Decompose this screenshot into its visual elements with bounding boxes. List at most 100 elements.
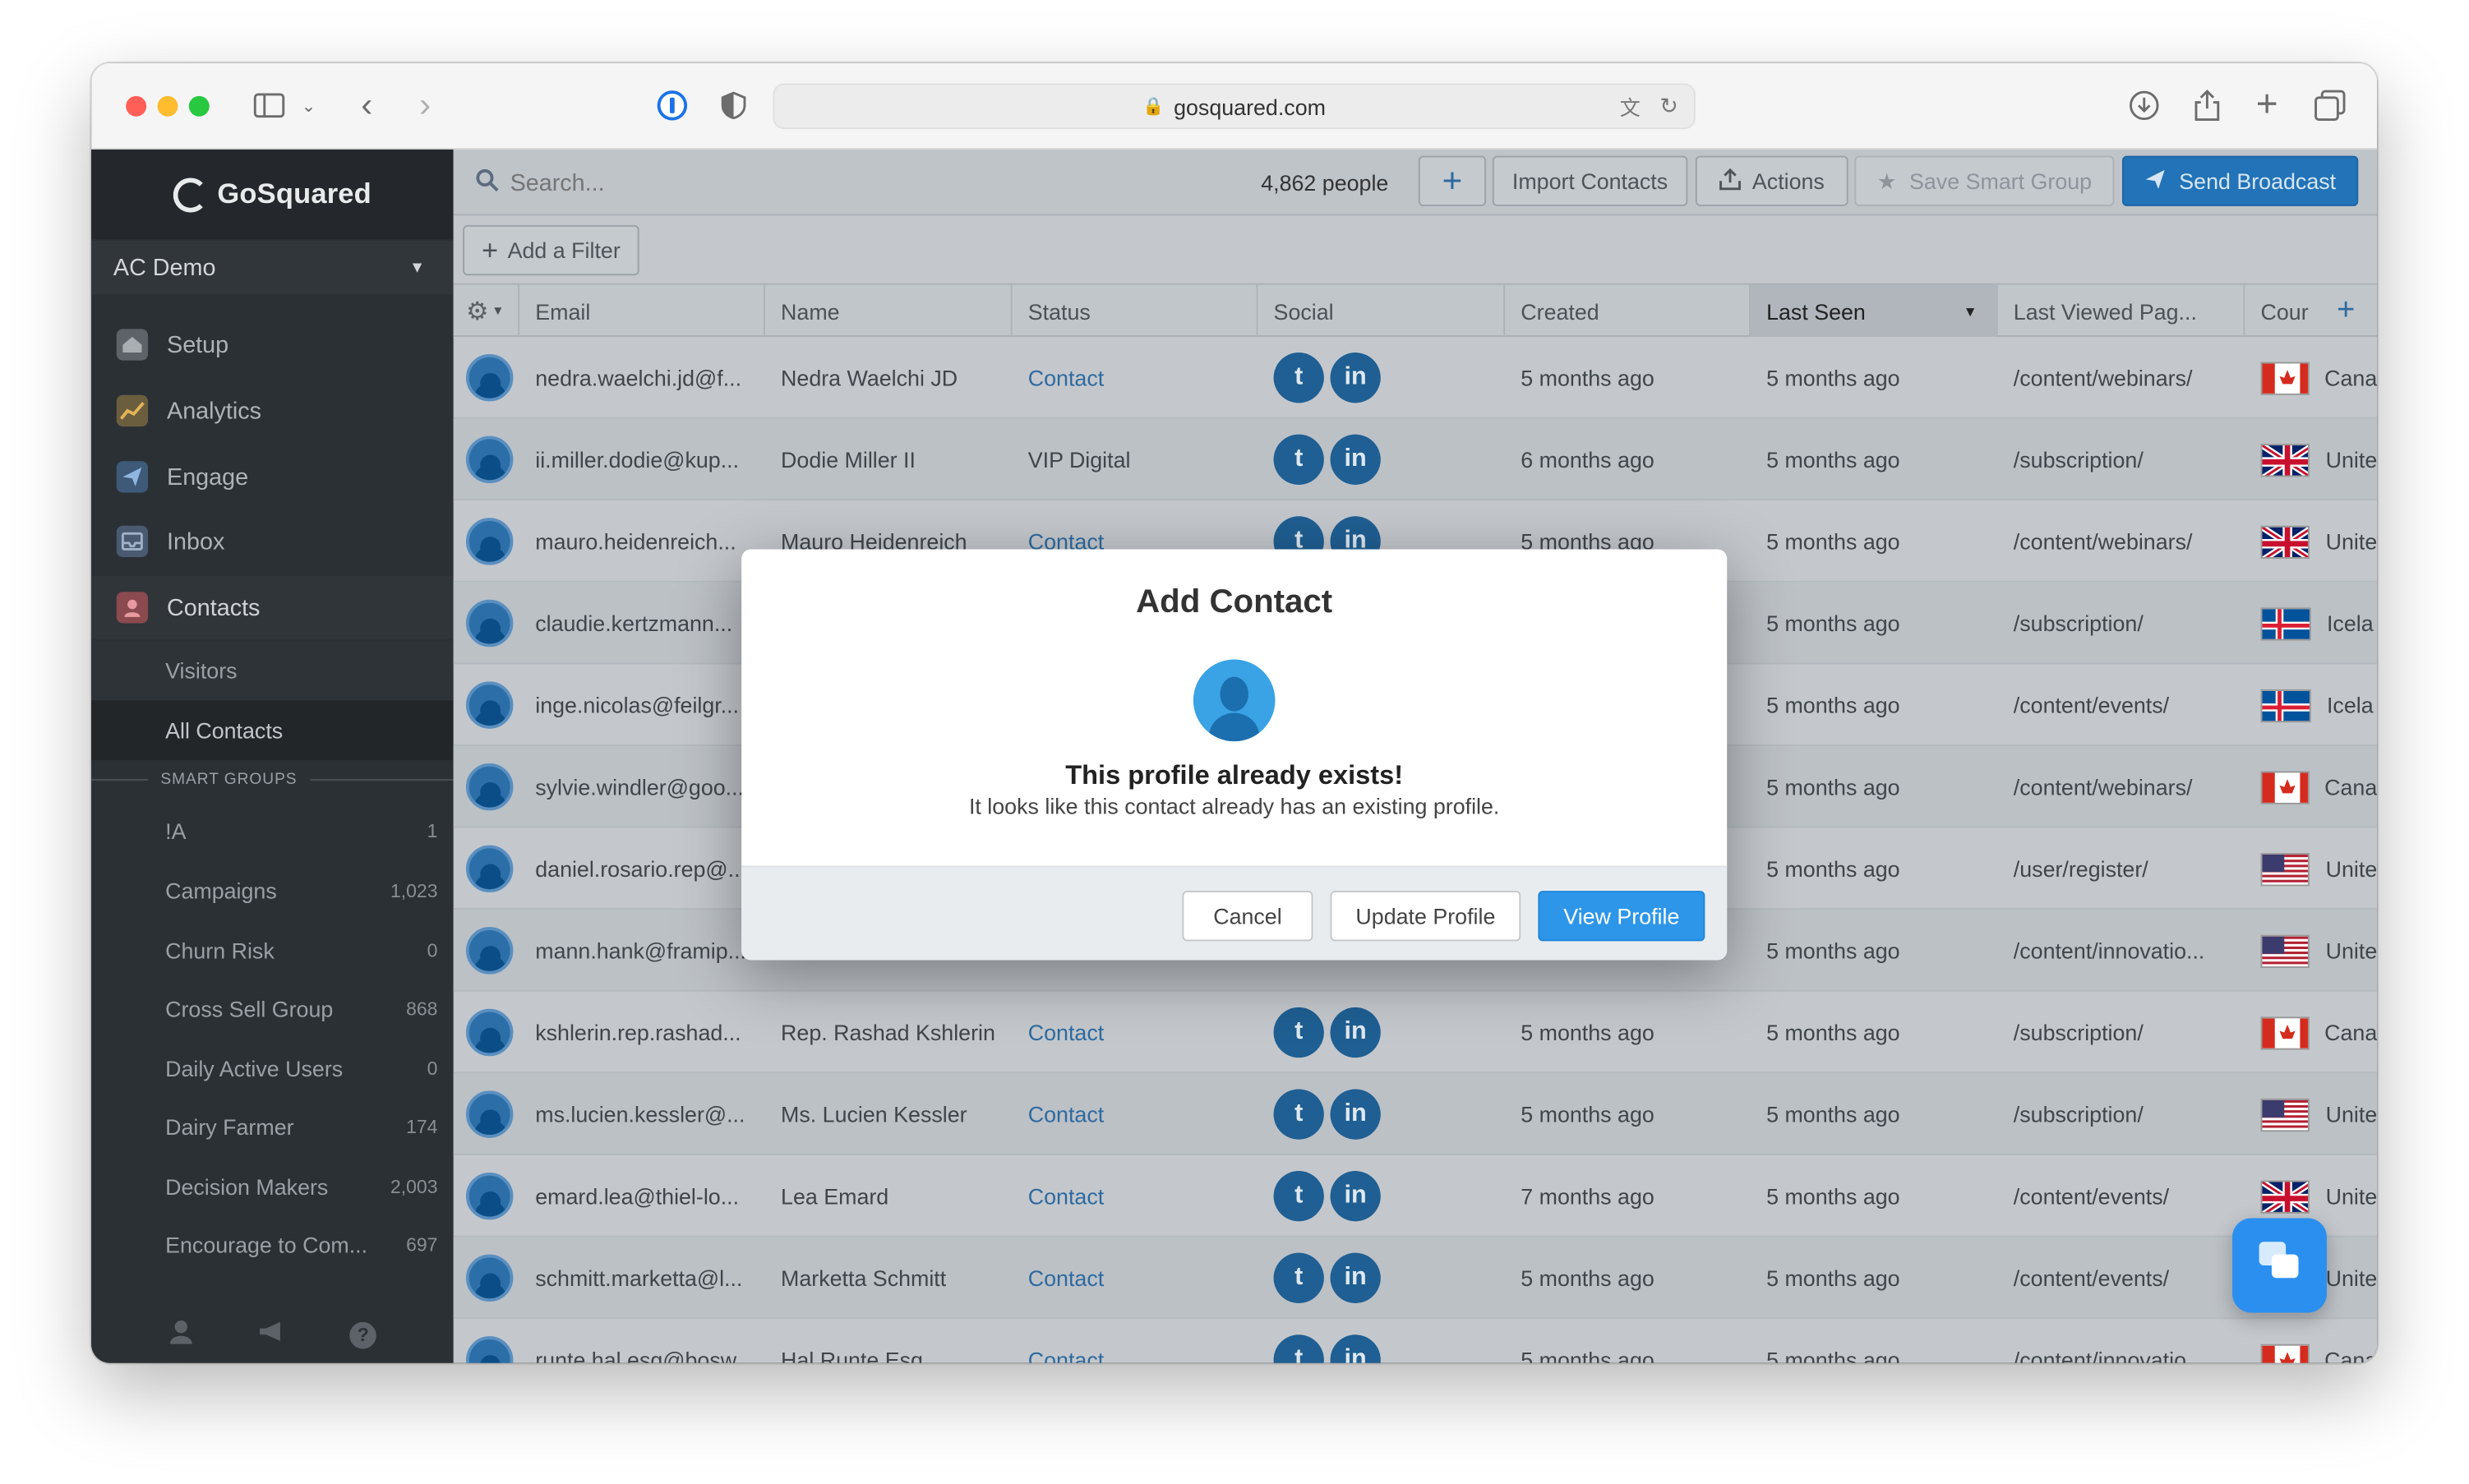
forward-icon[interactable]: › <box>409 85 441 124</box>
address-bar[interactable]: 🔒 gosquared.com 文 ↻ <box>773 83 1696 130</box>
status-cell[interactable]: Contact <box>1013 992 1258 1074</box>
avatar[interactable] <box>465 1073 519 1155</box>
email-cell[interactable]: mann.hank@framip... <box>519 910 765 992</box>
update-profile-button[interactable]: Update Profile <box>1330 891 1521 942</box>
account-selector[interactable]: AC Demo ▼ <box>91 241 454 295</box>
email-cell[interactable]: emard.lea@thiel-lo... <box>519 1155 765 1237</box>
avatar[interactable] <box>465 746 519 828</box>
megaphone-icon[interactable] <box>259 1320 284 1349</box>
downloads-icon[interactable] <box>2127 88 2162 122</box>
import-contacts-button[interactable]: Import Contacts <box>1492 155 1688 206</box>
twitter-icon[interactable]: t <box>1273 353 1324 403</box>
avatar[interactable] <box>465 1319 519 1363</box>
status-cell[interactable]: Contact <box>1013 1319 1258 1363</box>
smart-group-item[interactable]: Decision Makers 2,003 <box>91 1157 454 1217</box>
sidebar-subitem-all-contacts[interactable]: All Contacts <box>91 700 454 761</box>
avatar[interactable] <box>465 500 519 583</box>
new-tab-icon[interactable]: + <box>2251 84 2282 127</box>
twitter-icon[interactable]: t <box>1273 434 1324 485</box>
email-cell[interactable]: sylvie.windler@goo... <box>519 746 765 828</box>
smart-group-item[interactable]: Daily Active Users 0 <box>91 1039 454 1099</box>
twitter-icon[interactable]: t <box>1273 1007 1324 1058</box>
linkedin-icon[interactable]: in <box>1330 1089 1381 1140</box>
linkedin-icon[interactable]: in <box>1330 1171 1381 1222</box>
minimize-window-button[interactable] <box>157 95 178 117</box>
linkedin-icon[interactable]: in <box>1330 1007 1381 1058</box>
add-filter-button[interactable]: + Add a Filter <box>463 224 639 276</box>
help-icon[interactable]: ? <box>349 1320 377 1348</box>
table-row[interactable]: nedra.waelchi.jd@f... Nedra Waelchi JD Con… <box>453 337 2378 419</box>
shield-icon[interactable] <box>718 88 749 122</box>
column-header-name[interactable]: Name <box>765 284 1013 337</box>
twitter-icon[interactable]: t <box>1273 1171 1324 1222</box>
linkedin-icon[interactable]: in <box>1330 353 1381 403</box>
smart-group-item[interactable]: Churn Risk 0 <box>91 921 454 981</box>
email-cell[interactable]: ms.lucien.kessler@... <box>519 1073 765 1155</box>
avatar[interactable] <box>465 828 519 910</box>
email-cell[interactable]: nedra.waelchi.jd@f... <box>519 337 765 419</box>
share-icon[interactable] <box>2191 88 2222 122</box>
chat-launcher-button[interactable] <box>2232 1218 2327 1313</box>
user-icon[interactable] <box>168 1318 194 1351</box>
zoom-window-button[interactable] <box>188 95 210 117</box>
linkedin-icon[interactable]: in <box>1330 434 1381 485</box>
twitter-icon[interactable]: t <box>1273 1089 1324 1140</box>
cancel-button[interactable]: Cancel <box>1182 891 1313 942</box>
smart-group-item[interactable]: Encourage to Com... 697 <box>91 1215 454 1275</box>
status-cell[interactable]: Contact <box>1013 1155 1258 1237</box>
avatar[interactable] <box>465 992 519 1074</box>
email-cell[interactable]: kshlerin.rep.rashad... <box>519 992 765 1074</box>
email-cell[interactable]: ii.miller.dodie@kup... <box>519 418 765 500</box>
email-cell[interactable]: daniel.rosario.rep@... <box>519 828 765 910</box>
add-column-icon[interactable]: + <box>2337 293 2355 329</box>
smart-group-item[interactable]: Campaigns 1,023 <box>91 861 454 921</box>
add-contact-button[interactable]: + <box>1418 155 1487 206</box>
sidebar-item-contacts[interactable]: Contacts <box>91 576 454 639</box>
tab-overview-icon[interactable] <box>2313 88 2347 122</box>
status-cell[interactable]: Contact <box>1013 337 1258 419</box>
status-cell[interactable]: Contact <box>1013 1073 1258 1155</box>
back-icon[interactable]: ‹ <box>351 85 382 124</box>
sidebar-toggle-icon[interactable] <box>251 88 288 122</box>
email-cell[interactable]: mauro.heidenreich... <box>519 500 765 583</box>
column-settings[interactable]: ⚙ ▼ <box>454 284 520 337</box>
table-row[interactable]: ii.miller.dodie@kup... Dodie Miller II VIP… <box>453 418 2378 501</box>
column-header-last-seen[interactable]: Last Seen ▼ <box>1750 284 1998 337</box>
column-header-last-viewed-page[interactable]: Last Viewed Pag... <box>1998 284 2245 337</box>
column-header-country[interactable]: Cour + <box>2245 285 2377 337</box>
send-broadcast-button[interactable]: Send Broadcast <box>2121 155 2359 206</box>
linkedin-icon[interactable]: in <box>1330 1334 1381 1363</box>
brand-logo[interactable]: GoSquared <box>91 149 454 240</box>
actions-button[interactable]: Actions <box>1695 155 1848 206</box>
table-row[interactable]: runte.hal.esq@bosw... Hal Runte Esq. Conta… <box>454 1319 2377 1363</box>
column-header-status[interactable]: Status <box>1013 284 1258 337</box>
column-header-created[interactable]: Created <box>1505 284 1751 337</box>
smart-group-item[interactable]: Cross Sell Group 868 <box>91 979 454 1039</box>
avatar[interactable] <box>465 1237 519 1320</box>
table-row[interactable]: emard.lea@thiel-lo... Lea Emard Contact t in… <box>453 1155 2378 1237</box>
sidebar-item-engage[interactable]: Engage <box>91 445 454 509</box>
table-row[interactable]: schmitt.marketta@l... Marketta Schmitt Con… <box>453 1237 2378 1320</box>
chevron-down-icon[interactable]: ⌄ <box>298 88 320 122</box>
email-cell[interactable]: claudie.kertzmann... <box>519 583 765 665</box>
table-row[interactable]: kshlerin.rep.rashad... Rep. Rashad Kshler… <box>453 992 2378 1074</box>
avatar[interactable] <box>465 337 519 419</box>
search-input[interactable] <box>510 162 983 204</box>
sidebar-item-analytics[interactable]: Analytics <box>91 380 454 443</box>
avatar[interactable] <box>465 664 519 746</box>
close-window-button[interactable] <box>126 95 147 117</box>
sidebar-subitem-visitors[interactable]: Visitors <box>91 640 454 701</box>
twitter-icon[interactable]: t <box>1273 1334 1324 1363</box>
email-cell[interactable]: schmitt.marketta@l... <box>519 1237 765 1320</box>
avatar[interactable] <box>465 418 519 500</box>
smart-group-item[interactable]: !A 1 <box>91 801 454 861</box>
email-cell[interactable]: inge.nicolas@feilgr... <box>519 664 765 746</box>
sidebar-item-setup[interactable]: Setup <box>91 313 454 376</box>
twitter-icon[interactable]: t <box>1273 1252 1324 1303</box>
avatar[interactable] <box>465 1155 519 1237</box>
table-row[interactable]: ms.lucien.kessler@... Ms. Lucien Kessler C… <box>453 1073 2378 1155</box>
reload-icon[interactable]: ↻ <box>1659 93 1678 120</box>
view-profile-button[interactable]: View Profile <box>1538 891 1705 942</box>
linkedin-icon[interactable]: in <box>1330 1252 1381 1303</box>
translate-icon[interactable]: 文 <box>1620 91 1641 121</box>
